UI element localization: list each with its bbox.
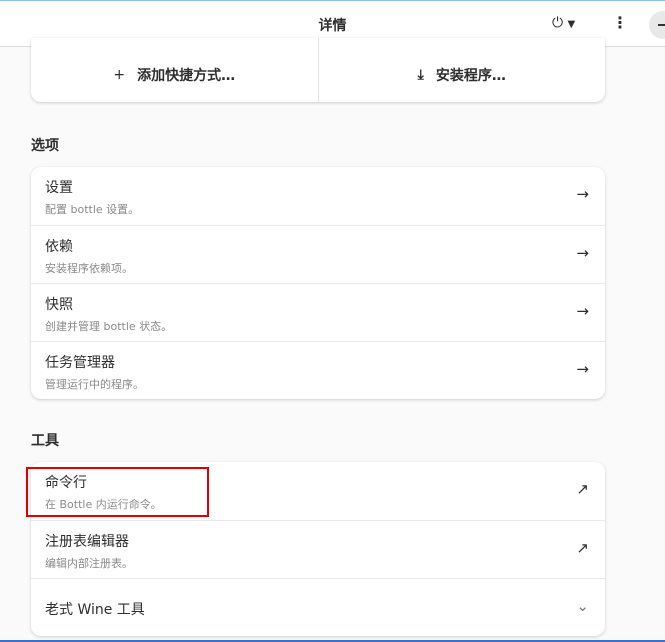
more-menu-icon[interactable]: ⋮ [612, 13, 628, 32]
arrow-right-icon: → [576, 244, 589, 262]
options-item-settings[interactable]: 设置 配置 bottle 设置。 → [31, 167, 605, 225]
power-menu-button[interactable]: ⏻ ▼ [552, 15, 586, 35]
arrow-right-icon: → [576, 302, 589, 320]
chevron-down-icon: ⌄ [576, 597, 589, 615]
options-item-task-manager[interactable]: 任务管理器 管理运行中的程序。 → [31, 341, 605, 399]
tools-item-registry-editor[interactable]: 注册表编辑器 编辑内部注册表。 ↗ [31, 520, 605, 578]
external-link-icon: ↗ [576, 539, 589, 557]
power-icon: ⏻ [552, 15, 564, 31]
install-program-button[interactable]: ⤓ 安装程序… [317, 38, 606, 102]
options-list: 设置 配置 bottle 设置。 → 依赖 安装程序依赖项。 → 快照 创建并管理 bot… [31, 167, 605, 399]
options-item-dependencies[interactable]: 依赖 安装程序依赖项。 → [31, 225, 605, 283]
plus-icon: + [113, 67, 126, 83]
arrow-right-icon: → [576, 185, 589, 203]
actions-card: + 添加快捷方式… ⤓ 安装程序… [31, 38, 605, 102]
tools-item-legacy-wine-tools[interactable]: 老式 Wine 工具 ⌄ [31, 578, 605, 636]
arrow-right-icon: → [576, 360, 589, 378]
external-link-icon: ↗ [576, 480, 589, 498]
chevron-down-icon: ▼ [567, 19, 576, 30]
add-shortcut-button[interactable]: + 添加快捷方式… [31, 38, 318, 102]
highlight-box [26, 467, 209, 517]
section-heading-tools: 工具 [31, 433, 59, 449]
section-heading-options: 选项 [31, 138, 59, 154]
download-icon: ⤓ [417, 67, 424, 83]
options-item-snapshots[interactable]: 快照 创建并管理 bottle 状态。 → [31, 283, 605, 341]
